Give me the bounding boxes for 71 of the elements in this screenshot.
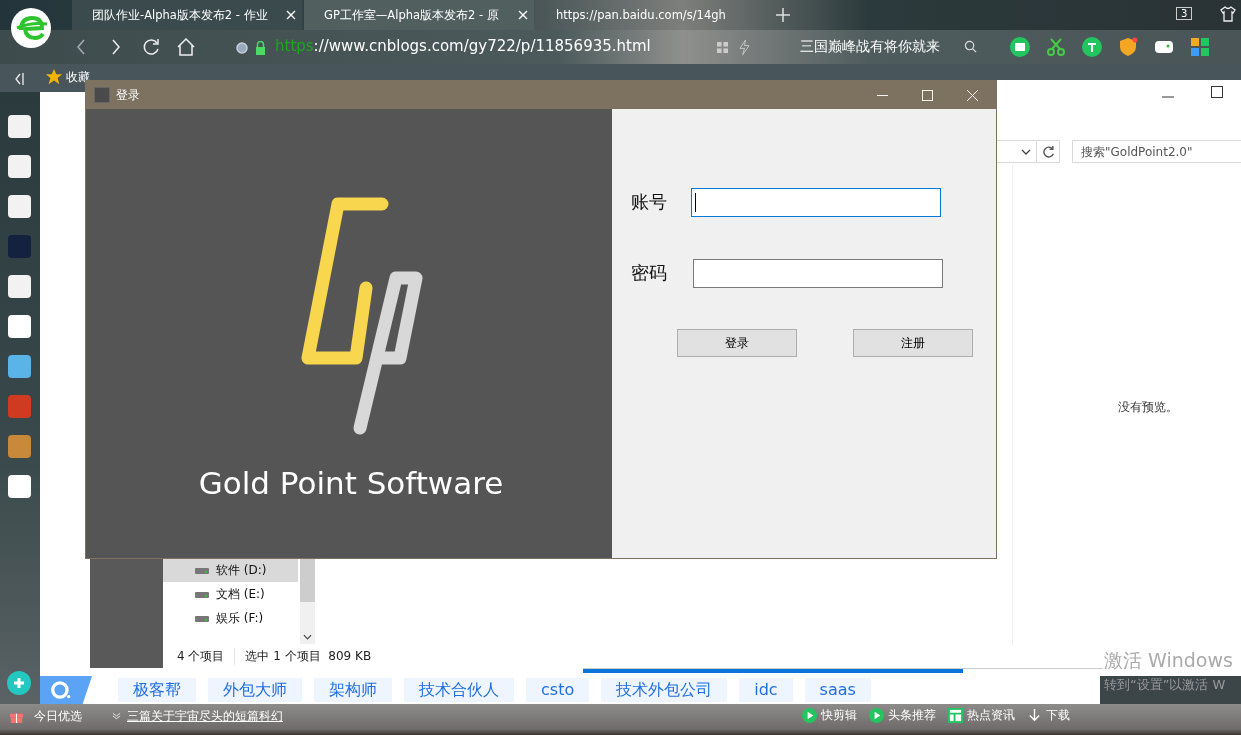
- search-field[interactable]: 三国巅峰战有将你就来: [800, 38, 940, 56]
- lightning-icon[interactable]: [739, 40, 750, 55]
- close-icon[interactable]: [286, 10, 296, 20]
- drive-item[interactable]: 娱乐 (F:): [163, 606, 298, 630]
- toolbar-item[interactable]: 快剪辑: [802, 707, 857, 724]
- drive-icon: [195, 614, 209, 622]
- shirt-icon[interactable]: [1220, 6, 1236, 22]
- toolbar-item[interactable]: 下载: [1027, 707, 1070, 724]
- preview-text: 没有预览。: [1118, 399, 1178, 416]
- drive-item[interactable]: 文档 (E:): [163, 582, 298, 606]
- activation-title: 激活 Windows: [1104, 648, 1233, 673]
- tab-count[interactable]: 3: [1176, 7, 1193, 20]
- plugin-icon[interactable]: [7, 671, 31, 695]
- address-field[interactable]: https://www.cnblogs.com/gy722/p/11856935.html: [275, 37, 651, 55]
- status-text: 4 个项目: [163, 647, 236, 665]
- chevron-down-icon[interactable]: [303, 634, 312, 640]
- forward-icon[interactable]: [111, 39, 121, 55]
- drive-item[interactable]: 软件 (D:): [163, 558, 298, 582]
- keyword-link[interactable]: idc: [739, 678, 793, 702]
- search-field[interactable]: 搜索"GoldPoint2.0": [1072, 140, 1241, 163]
- keyword-link[interactable]: 极客帮: [118, 678, 196, 702]
- toolbar-item[interactable]: 热点资讯: [948, 707, 1015, 724]
- chevron-down-icon: [1021, 149, 1031, 155]
- window-title: 登录: [116, 86, 141, 104]
- maximize-icon[interactable]: [1211, 86, 1223, 98]
- play-icon: [802, 708, 817, 723]
- dialog-button[interactable]: 注册: [853, 329, 973, 357]
- download-icon: [1027, 708, 1042, 723]
- status-text: 选中 1 个项目 809 KB: [244, 647, 372, 665]
- refresh-button[interactable]: [1036, 140, 1060, 163]
- search-tab[interactable]: [40, 676, 92, 704]
- toolbar-item[interactable]: 头条推荐: [869, 707, 936, 724]
- keyword-link[interactable]: saas: [804, 678, 871, 702]
- drive-icon: [195, 590, 209, 598]
- news-headline-link[interactable]: 三篇关于宇宙尽头的短篇科幻: [127, 708, 283, 725]
- home-icon[interactable]: [177, 38, 195, 56]
- keyword-link[interactable]: 技术合伙人: [404, 678, 514, 702]
- dialog-button[interactable]: 登录: [677, 329, 797, 357]
- input-field[interactable]: [691, 187, 941, 217]
- qr-code-icon[interactable]: [717, 42, 728, 53]
- daily-picks-link[interactable]: 今日优选: [34, 708, 82, 725]
- scrollbar[interactable]: [300, 558, 315, 644]
- search-icon[interactable]: [964, 40, 977, 53]
- field-label: 账号: [631, 190, 668, 214]
- input-field[interactable]: [693, 258, 943, 288]
- field-label: 密码: [631, 261, 668, 285]
- activation-hint: 转到“设置”以激活 W: [1104, 676, 1226, 694]
- shield-icon[interactable]: [1118, 37, 1138, 57]
- search-icon: [50, 679, 72, 701]
- browser-tab[interactable]: GP工作室—Alpha版本发布2 - 原: [304, 0, 534, 30]
- translate-icon[interactable]: [1082, 37, 1102, 57]
- refresh-icon: [1041, 145, 1055, 158]
- lock-icon: [235, 41, 267, 55]
- browser-tab[interactable]: https://pan.baidu.com/s/14gh: [536, 0, 766, 30]
- play-icon: [869, 708, 884, 723]
- apps-icon[interactable]: [1190, 37, 1210, 57]
- reload-icon[interactable]: [142, 38, 160, 56]
- keyword-link[interactable]: 技术外包公司: [601, 678, 728, 702]
- logo-text: Gold Point Software: [198, 465, 504, 501]
- keyword-link[interactable]: csto: [526, 678, 590, 702]
- scissors-icon[interactable]: [1046, 37, 1066, 57]
- drive-icon: [195, 566, 209, 574]
- table-icon: [948, 708, 963, 723]
- back-icon[interactable]: [76, 39, 86, 55]
- keyword-link[interactable]: 架构师: [314, 678, 392, 702]
- new-tab-icon[interactable]: [776, 8, 790, 22]
- collapse-icon[interactable]: [14, 72, 24, 86]
- browser-tab[interactable]: 团队作业-Alpha版本发布2 - 作业: [72, 0, 302, 30]
- keyword-link[interactable]: 外包大师: [208, 678, 302, 702]
- close-icon[interactable]: [518, 10, 528, 20]
- close-icon[interactable]: [967, 89, 978, 101]
